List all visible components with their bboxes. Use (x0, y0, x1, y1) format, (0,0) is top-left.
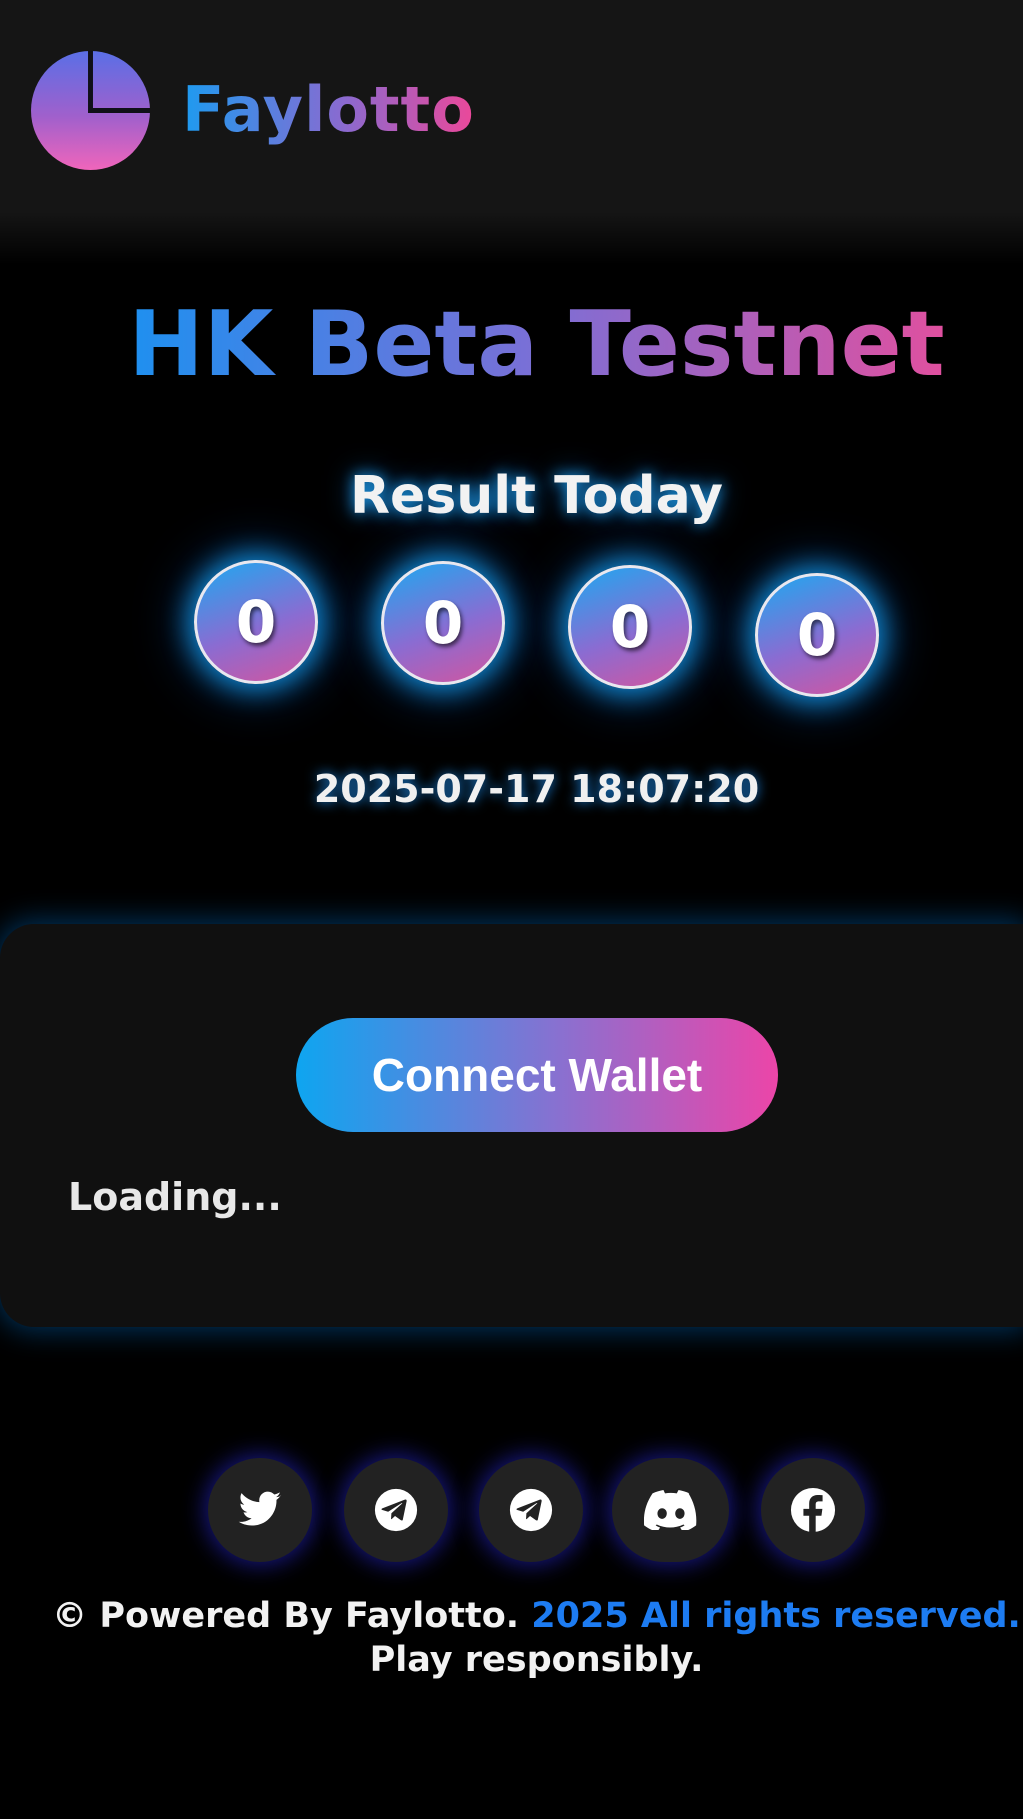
footer-responsibly: Play responsibly. (369, 1640, 704, 1680)
discord-link[interactable] (612, 1458, 729, 1562)
result-number-3: 0 (568, 565, 692, 689)
result-today-label: Result Today (350, 466, 723, 526)
footer-copyright: © Powered By Faylotto. (52, 1596, 520, 1636)
discord-icon (643, 1490, 696, 1530)
page-title-text: HK Beta Testnet (128, 292, 945, 397)
connect-wallet-button[interactable]: Connect Wallet (296, 1018, 778, 1132)
facebook-link[interactable] (761, 1458, 865, 1562)
facebook-icon (790, 1487, 836, 1533)
brand-name[interactable]: Faylotto (182, 72, 475, 148)
telegram-icon (374, 1488, 418, 1532)
result-number-4: 0 (755, 573, 879, 697)
footer-rights: 2025 All rights reserved. (531, 1596, 1021, 1636)
loading-status: Loading... (68, 1175, 282, 1219)
result-number-1: 0 (194, 560, 318, 684)
telegram-link[interactable] (479, 1458, 583, 1562)
twitter-link[interactable] (208, 1458, 312, 1562)
page-title: HK Beta Testnet (0, 290, 1023, 400)
result-number-2: 0 (381, 561, 505, 685)
pie-chart-icon[interactable] (31, 51, 150, 170)
footer-text: © Powered By Faylotto. 2025 All rights r… (0, 1594, 1023, 1682)
telegram-link[interactable] (344, 1458, 448, 1562)
result-datetime: 2025-07-17 18:07:20 (313, 767, 760, 811)
twitter-icon (238, 1491, 282, 1526)
telegram-icon (509, 1488, 553, 1532)
site-header: Faylotto (0, 0, 1023, 265)
